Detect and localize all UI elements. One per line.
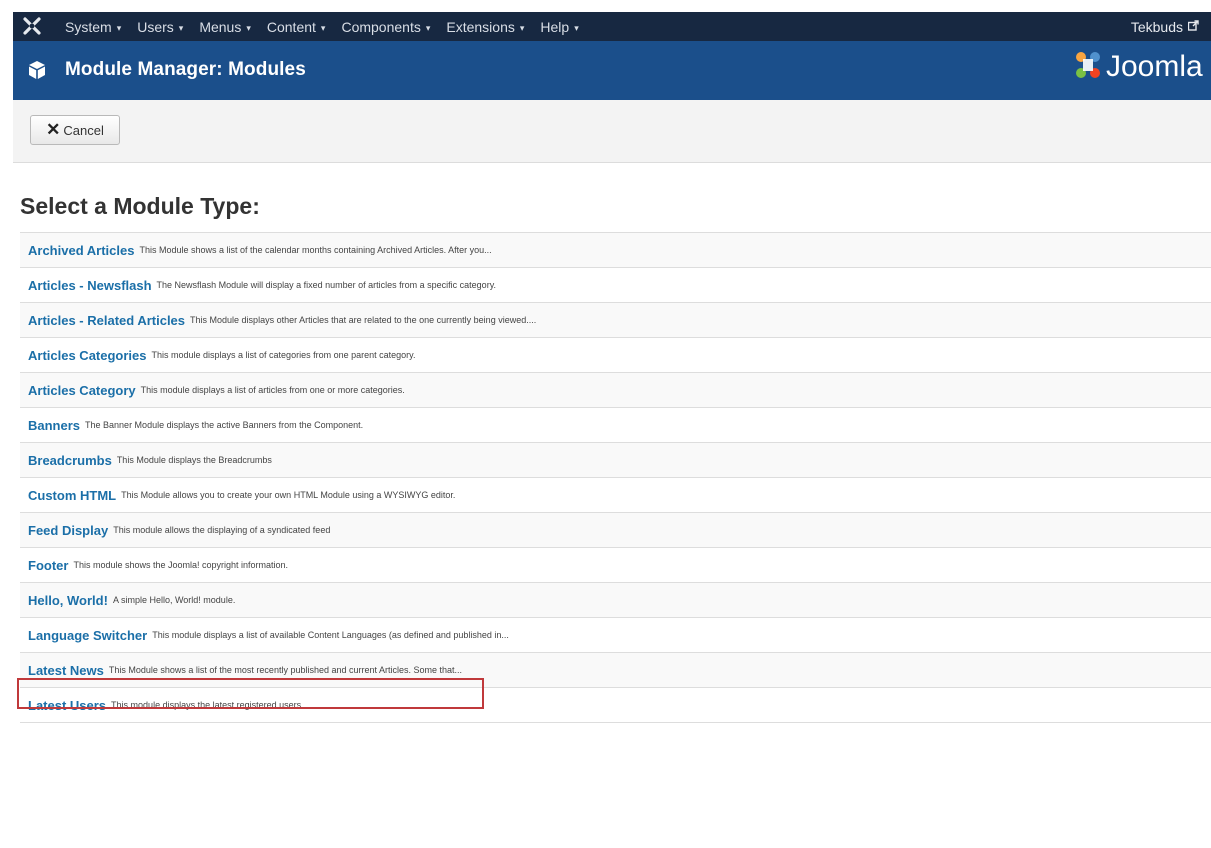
page-title: Module Manager: Modules [65, 59, 306, 80]
external-link-icon [1187, 19, 1199, 34]
module-link[interactable]: Latest Users [28, 698, 106, 713]
nav-menu-label: Help [540, 18, 570, 35]
module-link[interactable]: Articles - Newsflash [28, 278, 152, 293]
module-description: This module displays a list of categorie… [151, 350, 416, 360]
section-heading: Select a Module Type: [20, 193, 260, 219]
nav-menu-label: Components [341, 18, 421, 35]
toolbar: ✕ Cancel [13, 100, 1211, 163]
module-link[interactable]: Articles Category [28, 383, 136, 398]
nav-menu-menus[interactable]: Menus ▾ [199, 19, 251, 35]
module-link[interactable]: Archived Articles [28, 243, 134, 258]
user-link[interactable]: Tekbuds [1131, 12, 1199, 41]
joomla-logo: Joomla [1074, 41, 1211, 100]
chevron-down-icon: ▾ [320, 22, 326, 33]
list-item: Articles Categories This module displays … [20, 338, 1211, 373]
list-item: Feed Display This module allows the displ… [20, 513, 1211, 548]
chevron-down-icon: ▾ [574, 22, 579, 33]
list-item: Articles Category This module displays a … [20, 373, 1211, 408]
module-link[interactable]: Hello, World! [28, 593, 108, 608]
nav-menu-extensions[interactable]: Extensions ▾ [446, 19, 524, 35]
chevron-down-icon: ▾ [425, 22, 431, 33]
module-description: This Module shows a list of the most rec… [108, 665, 463, 675]
cancel-button[interactable]: ✕ Cancel [30, 115, 120, 145]
main-menu: System ▾ Users ▾ Menus ▾ Content ▾ Components ▾ Ex… [65, 12, 595, 41]
module-link[interactable]: Articles - Related Articles [28, 313, 185, 328]
chevron-down-icon: ▾ [246, 22, 251, 33]
module-link[interactable]: Articles Categories [28, 348, 147, 363]
nav-menu-label: Users [137, 18, 174, 35]
module-description: This module displays a list of articles … [140, 385, 405, 395]
chevron-down-icon: ▾ [116, 22, 122, 33]
module-description: This module displays the latest register… [111, 700, 302, 710]
joomla-x-icon[interactable] [23, 17, 41, 35]
close-icon: ✕ [46, 120, 61, 139]
cube-icon [27, 60, 47, 80]
list-item: Language Switcher This module displays a … [20, 618, 1211, 653]
nav-menu-label: Content [266, 18, 316, 35]
nav-menu-label: Extensions [446, 18, 515, 35]
list-item: Articles - Newsflash The Newsflash Module… [20, 268, 1211, 303]
list-item: Latest News This Module shows a list of t… [20, 653, 1211, 688]
page-header: Module Manager: Modules Joomla [13, 41, 1211, 100]
module-description: This Module displays the Breadcrumbs [116, 455, 272, 465]
list-item: Custom HTML This Module allows you to cre… [20, 478, 1211, 513]
list-item: Archived Articles This Module shows a lis… [20, 233, 1211, 268]
module-link[interactable]: Breadcrumbs [28, 453, 112, 468]
module-link[interactable]: Footer [28, 558, 68, 573]
module-description: This Module shows a list of the calendar… [139, 245, 492, 255]
nav-menu-help[interactable]: Help ▾ [540, 19, 578, 35]
module-link[interactable]: Banners [28, 418, 80, 433]
module-link[interactable]: Custom HTML [28, 488, 116, 503]
list-item: Footer This module shows the Joomla! copy… [20, 548, 1211, 583]
list-item: Breadcrumbs This Module displays the Brea… [20, 443, 1211, 478]
module-link[interactable]: Language Switcher [28, 628, 147, 643]
module-description: This module allows the displaying of a s… [113, 525, 331, 535]
list-item: Banners The Banner Module displays the ac… [20, 408, 1211, 443]
module-description: This module shows the Joomla! copyright … [73, 560, 289, 570]
list-item: Hello, World! A simple Hello, World! modu… [20, 583, 1211, 618]
list-item: Latest Users This module displays the lat… [20, 688, 1211, 723]
module-description: This Module allows you to create your ow… [121, 490, 456, 500]
nav-menu-label: System [65, 18, 112, 35]
list-item: Articles - Related Articles This Module d… [20, 303, 1211, 338]
nav-menu-users[interactable]: Users ▾ [137, 19, 183, 35]
cancel-label: Cancel [63, 122, 104, 138]
nav-menu-label: Menus [199, 18, 242, 35]
chevron-down-icon: ▾ [519, 22, 525, 33]
nav-menu-components[interactable]: Components ▾ [341, 19, 430, 35]
joomla-brand-icon [1074, 50, 1102, 85]
module-description: This module displays a list of available… [152, 630, 509, 640]
joomla-wordmark: Joomla [1106, 50, 1203, 83]
nav-menu-system[interactable]: System ▾ [65, 19, 121, 35]
module-description: This Module displays other Articles that… [190, 315, 537, 325]
module-link[interactable]: Latest News [28, 663, 104, 678]
top-navbar: System ▾ Users ▾ Menus ▾ Content ▾ Components ▾ Ex… [13, 12, 1211, 41]
module-type-list: Archived Articles This Module shows a lis… [20, 232, 1211, 723]
module-description: The Newsflash Module will display a fixe… [156, 280, 497, 290]
module-link[interactable]: Feed Display [28, 523, 108, 538]
nav-menu-content[interactable]: Content ▾ [267, 19, 326, 35]
module-description: A simple Hello, World! module. [112, 595, 236, 605]
chevron-down-icon: ▾ [178, 22, 184, 33]
user-name[interactable]: Tekbuds [1131, 19, 1183, 35]
module-description: The Banner Module displays the active Ba… [85, 420, 364, 430]
